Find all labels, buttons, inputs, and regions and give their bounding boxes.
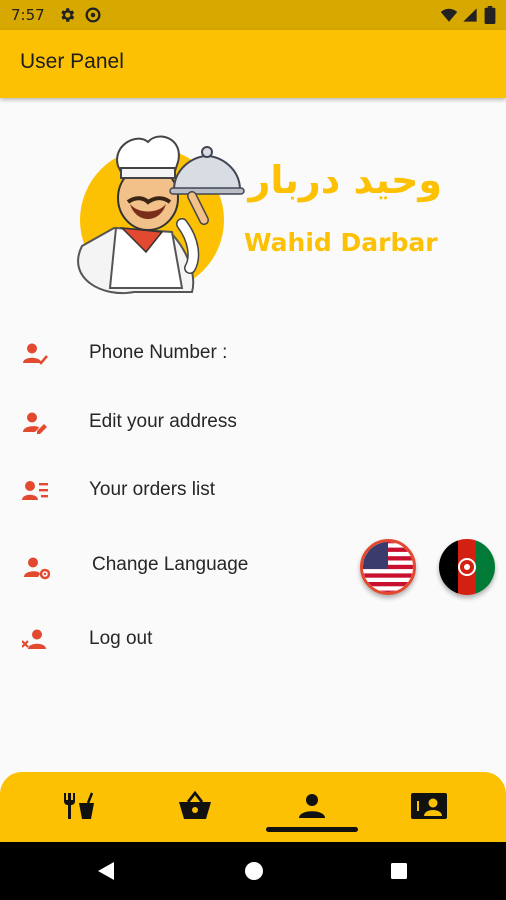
menu-item-label: Log out: [89, 628, 153, 649]
menu-item-edit-address[interactable]: Edit your address: [0, 403, 506, 443]
app-bar: User Panel: [0, 30, 506, 98]
menu-item-label: Your orders list: [89, 479, 216, 500]
restaurant-logo: وحید دربار Wahid Darbar: [64, 128, 454, 298]
bottom-navigation: [0, 772, 506, 842]
logo-latin-text: Wahid Darbar: [244, 228, 438, 257]
person-settings-icon: [24, 557, 50, 580]
contact-card-icon: [411, 793, 447, 819]
us-flag-icon[interactable]: [360, 539, 416, 595]
home-icon[interactable]: [244, 861, 264, 881]
menu-item-phone[interactable]: Phone Number :: [0, 334, 506, 374]
menu-item-label: Edit your address: [89, 411, 237, 432]
person-remove-icon: [22, 629, 46, 649]
afghanistan-flag-icon[interactable]: [439, 539, 495, 595]
person-check-icon: [23, 343, 48, 365]
menu-item-logout[interactable]: Log out: [0, 620, 506, 660]
system-navigation-bar: [0, 842, 506, 900]
data-saver-icon: [85, 7, 101, 23]
food-icon: [64, 792, 94, 819]
person-icon: [299, 794, 325, 818]
menu-item-change-language[interactable]: Change Language: [0, 546, 506, 586]
menu-item-label: Phone Number :: [89, 342, 228, 363]
nav-food[interactable]: [56, 786, 102, 826]
battery-icon: [484, 6, 496, 24]
recents-icon[interactable]: [390, 862, 408, 880]
logo-arabic-text: وحید دربار: [248, 158, 443, 202]
person-edit-icon: [23, 412, 47, 434]
page-title: User Panel: [20, 50, 124, 73]
wifi-icon: [440, 8, 458, 22]
us-flag-graphic: [363, 542, 413, 592]
status-time: 7:57: [11, 6, 45, 24]
afghanistan-flag-graphic: [439, 539, 495, 595]
nav-contacts[interactable]: [406, 786, 452, 826]
menu-item-orders[interactable]: Your orders list: [0, 471, 506, 511]
status-bar: 7:57: [0, 0, 506, 30]
nav-basket[interactable]: [172, 786, 218, 826]
basket-icon: [179, 790, 211, 819]
chef-illustration: [77, 135, 245, 295]
signal-icon: [463, 8, 477, 22]
back-icon[interactable]: [96, 861, 116, 881]
menu-item-label: Change Language: [92, 554, 249, 575]
person-list-icon: [22, 481, 48, 500]
active-tab-indicator: [266, 827, 358, 832]
settings-gear-icon: [61, 8, 75, 22]
nav-profile[interactable]: [289, 786, 335, 826]
